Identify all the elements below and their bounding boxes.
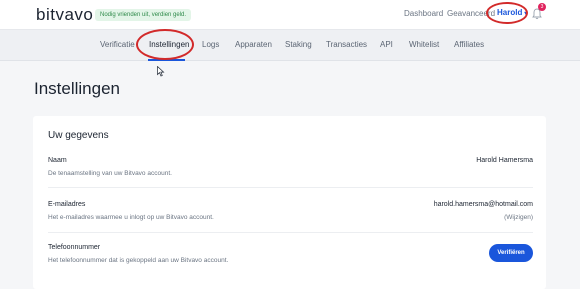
name-value: Harold Hamersma [476,157,533,164]
phone-description: Het telefoonnummer dat is gekoppeld aan … [48,257,229,264]
bitvavo-logo[interactable]: bitvavo [36,5,93,25]
card-title: Uw gegevens [48,130,109,141]
personal-details-card: Uw gegevens Naam De tenaamstelling van u… [33,116,546,289]
referral-promo-badge[interactable]: Nodig vrienden uit, verdien geld. [95,9,192,21]
tab-verificatie[interactable]: Verificatie [100,40,135,49]
divider [48,187,533,188]
settings-subnav: Verificatie Instellingen Logs Apparaten … [0,30,580,61]
change-email-link[interactable]: (Wijzigen) [504,214,533,221]
email-label: E-mailadres [48,201,86,208]
email-value: harold.hamersma@hotmail.com [433,201,533,208]
divider [48,232,533,233]
mouse-cursor-icon [157,66,165,77]
annotation-circle-tab [136,29,194,60]
name-description: De tenaamstelling van uw Bitvavo account… [48,170,172,177]
tab-affiliates[interactable]: Affiliates [454,40,484,49]
dashboard-link[interactable]: Dashboard [404,9,443,18]
page-title: Instellingen [34,79,121,98]
tab-whitelist[interactable]: Whitelist [409,40,439,49]
annotation-circle-user [486,2,528,24]
tab-staking[interactable]: Staking [285,40,312,49]
email-description: Het e-mailadres waarmee u inlogt op uw B… [48,214,214,221]
tab-api[interactable]: API [380,40,393,49]
verify-phone-button[interactable]: Verifiëren [489,244,533,262]
phone-label: Telefoonnummer [48,244,101,251]
name-label: Naam [48,157,67,164]
tab-transacties[interactable]: Transacties [326,40,367,49]
tab-logs[interactable]: Logs [202,40,219,49]
notification-count-badge: 3 [538,3,546,11]
tab-apparaten[interactable]: Apparaten [235,40,272,49]
